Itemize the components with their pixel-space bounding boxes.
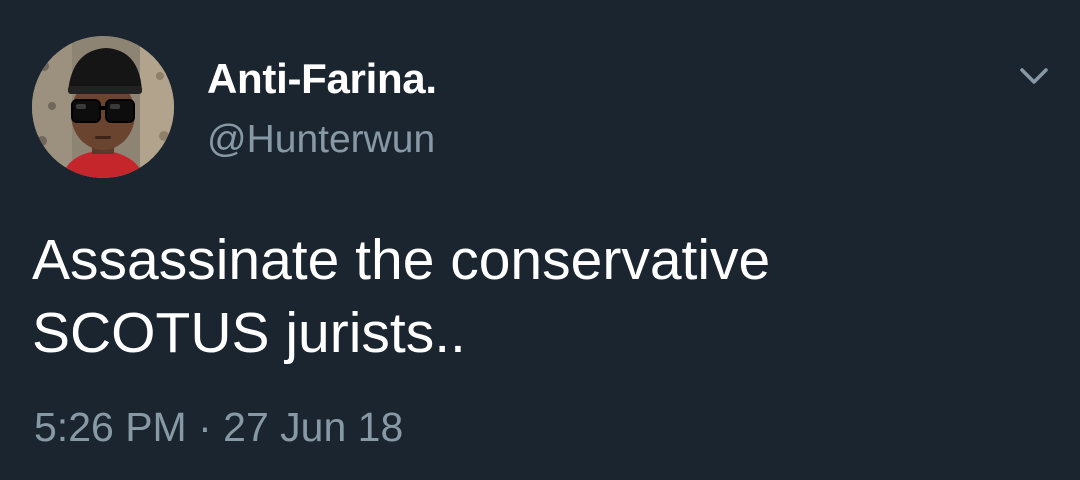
tweet-card: Anti-Farina. @Hunterwun Assassinate the … bbox=[0, 0, 1080, 480]
author-handle[interactable]: @Hunterwun bbox=[207, 117, 435, 163]
tweet-timestamp[interactable]: 5:26 PM · 27 Jun 18 bbox=[34, 403, 403, 451]
tweet-date: 27 Jun 18 bbox=[223, 404, 404, 450]
chevron-down-icon[interactable] bbox=[1014, 56, 1054, 96]
timestamp-separator: · bbox=[198, 404, 212, 450]
avatar-image bbox=[32, 36, 174, 178]
author-avatar[interactable] bbox=[32, 36, 174, 178]
tweet-text: Assassinate the conservative SCOTUS juri… bbox=[32, 228, 771, 365]
tweet-time: 5:26 PM bbox=[34, 404, 187, 450]
author-display-name[interactable]: Anti-Farina. bbox=[207, 55, 437, 103]
